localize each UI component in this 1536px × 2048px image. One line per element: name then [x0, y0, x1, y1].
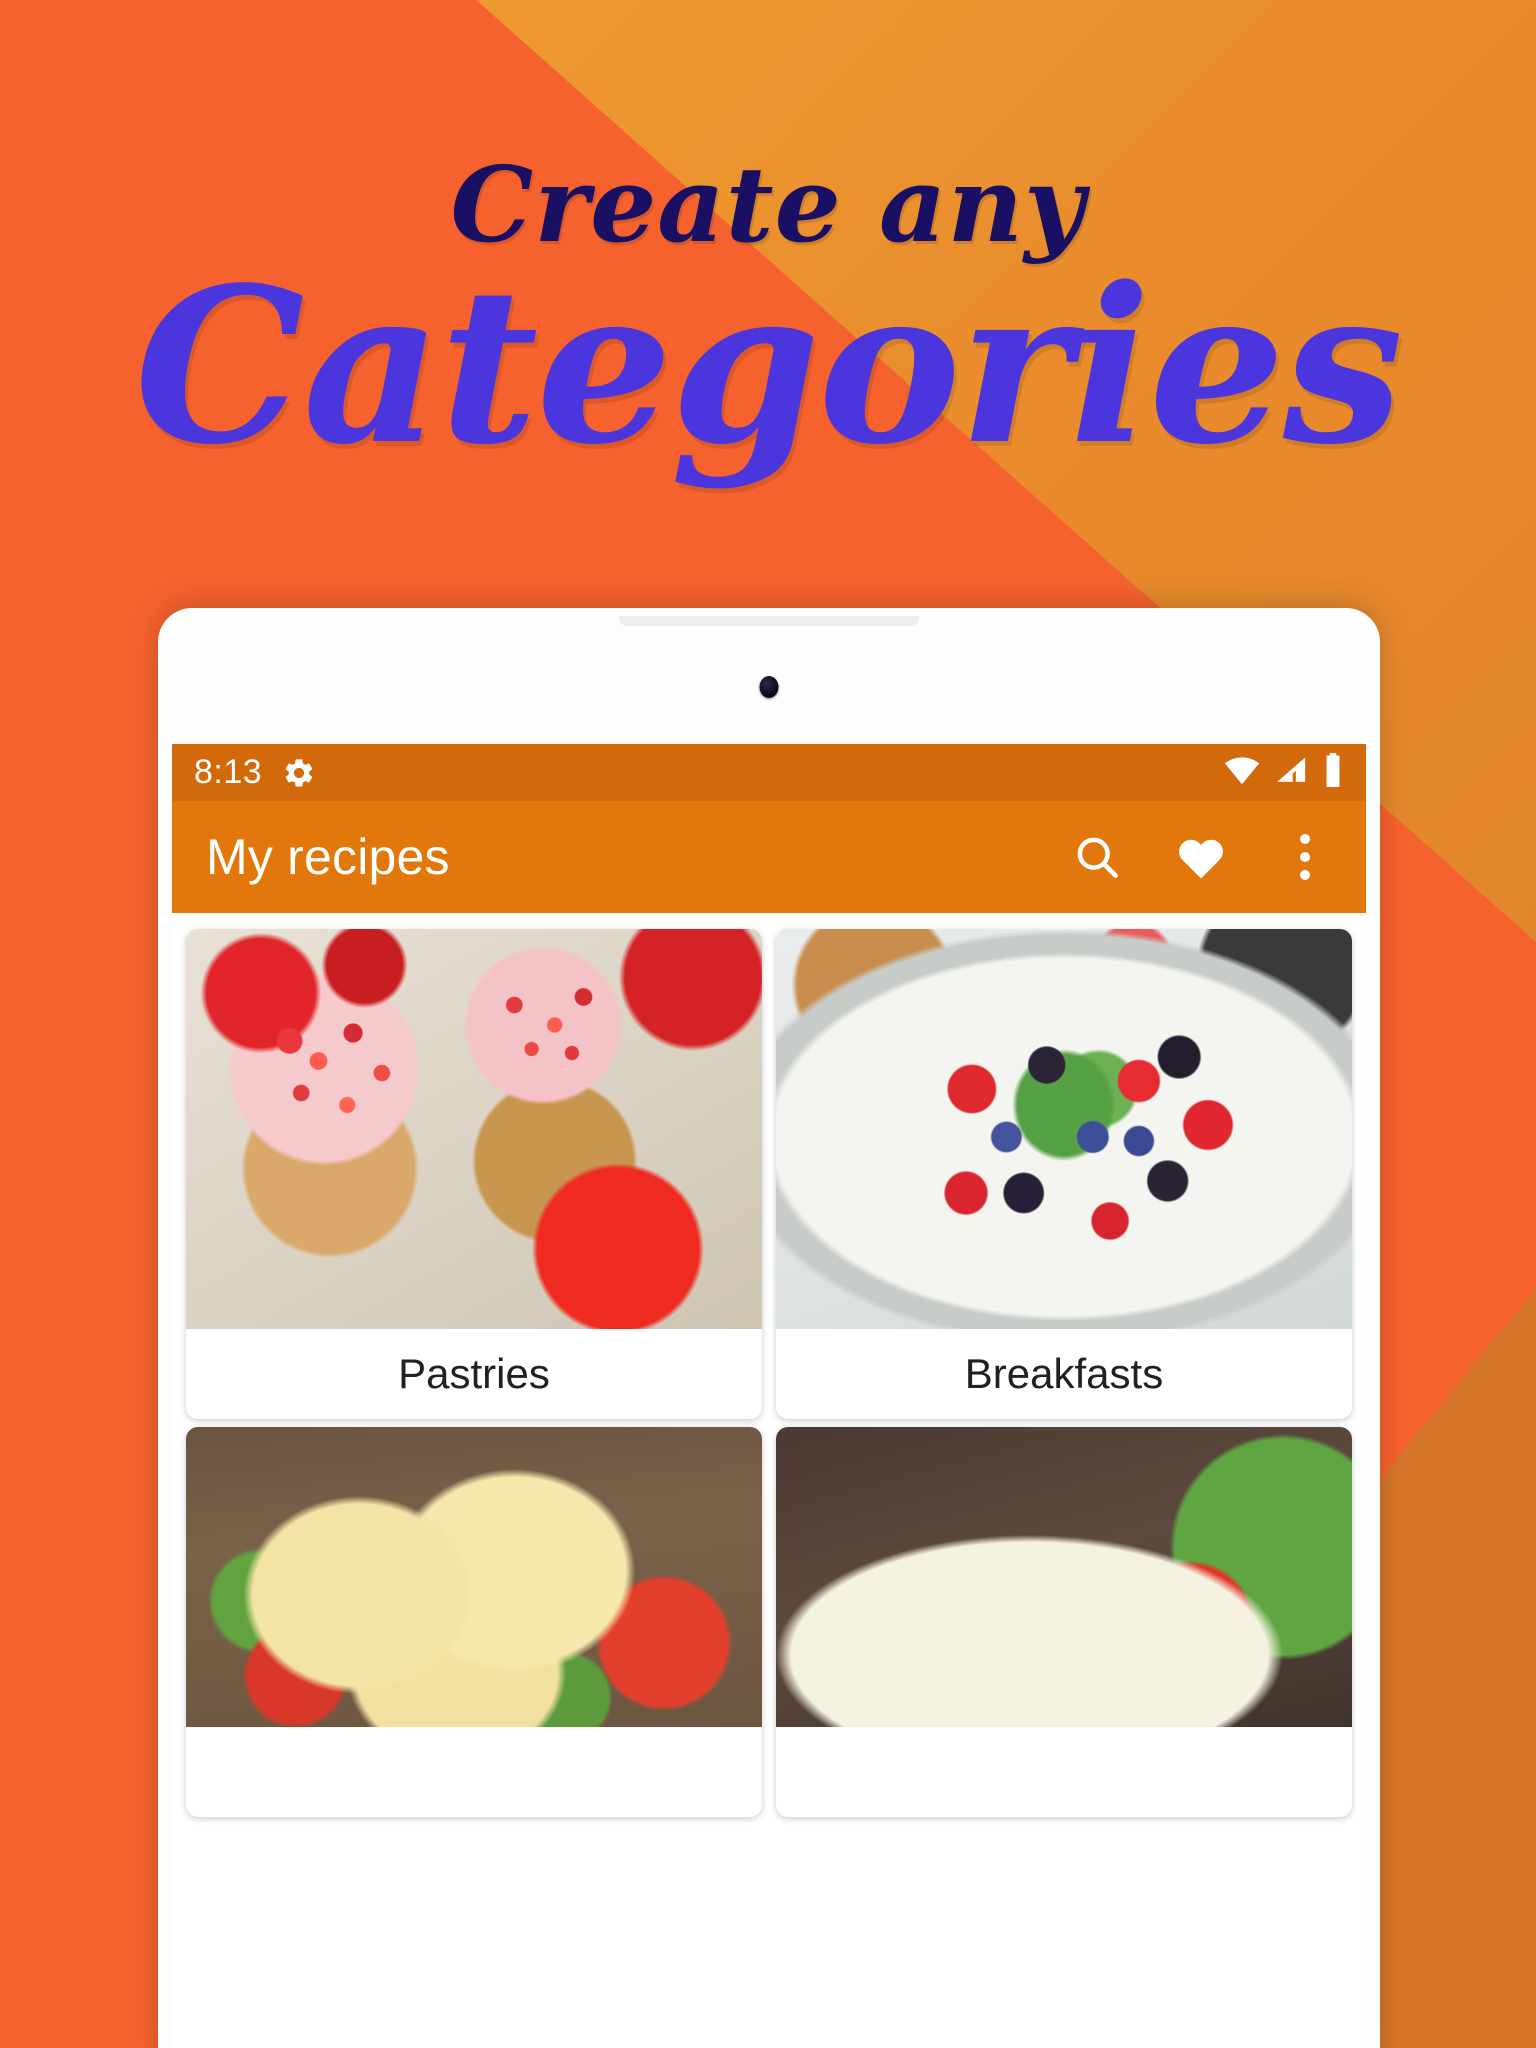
earpiece-speaker-icon — [619, 616, 919, 626]
device-screen: 8:13 My recipes Pastries Breakfasts — [172, 744, 1366, 2048]
device-mockup: 8:13 My recipes Pastries Breakfasts — [158, 608, 1380, 2048]
kebab-dot-2 — [1300, 852, 1310, 862]
category-card-third[interactable] — [186, 1427, 762, 1817]
favorites-heart-icon[interactable] — [1170, 826, 1232, 888]
category-image-potatoes-with-herbs — [186, 1427, 762, 1727]
category-image-berry-porridge-bowl — [776, 929, 1352, 1329]
category-image-vegetable-salad — [776, 1427, 1352, 1727]
category-card-fourth[interactable] — [776, 1427, 1352, 1817]
category-card-pastries[interactable]: Pastries — [186, 929, 762, 1419]
kebab-dot-3 — [1300, 870, 1310, 880]
cupcake-sprinkles-decoration — [186, 929, 762, 1329]
categories-grid: Pastries Breakfasts — [172, 929, 1366, 1817]
app-bar-actions — [1066, 826, 1336, 888]
porridge-berries-decoration — [776, 929, 1352, 1329]
wifi-icon — [1224, 755, 1260, 790]
status-time: 8:13 — [194, 753, 263, 791]
status-indicators — [1224, 753, 1344, 792]
category-card-breakfasts[interactable]: Breakfasts — [776, 929, 1352, 1419]
cell-signal-icon — [1274, 755, 1308, 790]
gear-icon — [282, 756, 316, 790]
overflow-menu-icon[interactable] — [1274, 826, 1336, 888]
category-label — [776, 1727, 1352, 1817]
category-label — [186, 1727, 762, 1817]
front-camera-icon — [759, 676, 779, 698]
battery-full-icon — [1322, 753, 1344, 792]
search-icon[interactable] — [1066, 826, 1128, 888]
page-title: My recipes — [206, 829, 450, 885]
app-bar: My recipes — [172, 801, 1366, 913]
category-label: Breakfasts — [964, 1350, 1164, 1397]
category-image-strawberry-cupcakes — [186, 929, 762, 1329]
categories-list: Pastries Breakfasts — [172, 913, 1366, 2048]
status-bar: 8:13 — [172, 744, 1366, 801]
category-label: Pastries — [398, 1350, 550, 1397]
promo-screenshot: Create any Categories 8:13 My recipes Pa… — [0, 0, 1536, 2048]
kebab-dot-1 — [1300, 834, 1310, 844]
